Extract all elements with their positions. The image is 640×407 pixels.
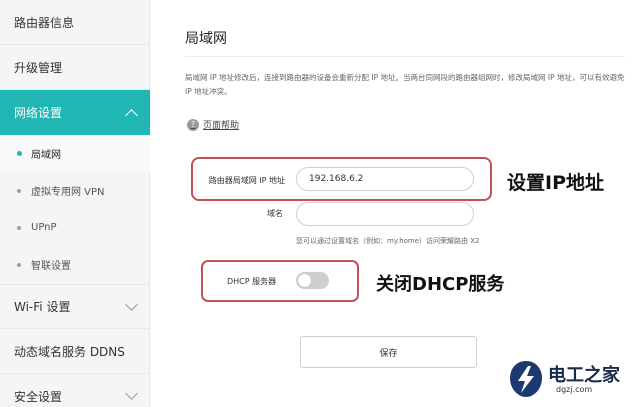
main-content: 局域网 局域网 IP 地址修改后，连接到路由器的设备会重新分配 IP 地址。当两… <box>151 0 640 407</box>
dhcp-toggle[interactable] <box>296 272 329 289</box>
domain-input[interactable] <box>296 202 474 226</box>
bullet-icon <box>17 151 22 156</box>
annotation-set-ip: 设置IP地址 <box>507 172 604 194</box>
sidebar-subitem-label: UPnP <box>31 222 57 233</box>
domain-hint: 您可以通过设置域名（例如：my.home）访问荣耀路由 X2 <box>296 237 480 245</box>
sidebar-item-label: 路由器信息 <box>14 15 75 30</box>
sidebar-subitem-label: 虚拟专用网 VPN <box>31 187 105 198</box>
help-link-label: 页面帮助 <box>203 121 240 131</box>
watermark-url: dgzj.com <box>556 385 593 394</box>
save-button[interactable]: 保存 <box>300 336 477 368</box>
sidebar-item-network-settings[interactable]: 网络设置 <box>0 90 150 135</box>
page-title: 局域网 <box>185 31 227 47</box>
sidebar-item-label: 安全设置 <box>14 389 63 404</box>
lightning-bolt-icon <box>510 361 542 397</box>
dhcp-label: DHCP 服务器 <box>227 277 277 286</box>
sidebar-subitem-upnp[interactable]: UPnP <box>0 209 150 246</box>
sidebar: 路由器信息 升级管理 网络设置 局域网 虚拟专用网 VPN UPnP 智联设置 … <box>0 0 150 407</box>
help-link[interactable]: ? 页面帮助 <box>187 118 239 131</box>
ip-address-input[interactable]: 192.168.6.2 <box>296 167 474 191</box>
domain-label: 域名 <box>267 209 283 218</box>
annotation-disable-dhcp: 关闭DHCP服务 <box>376 274 505 295</box>
sidebar-subitem-vpn[interactable]: 虚拟专用网 VPN <box>0 172 150 209</box>
sidebar-subitem-lan[interactable]: 局域网 <box>0 135 150 172</box>
sidebar-item-label: 升级管理 <box>14 60 63 75</box>
chevron-down-icon <box>125 297 138 311</box>
sidebar-item-security[interactable]: 安全设置 <box>0 374 150 407</box>
bullet-icon <box>17 225 21 230</box>
sidebar-item-router-info[interactable]: 路由器信息 <box>0 0 150 45</box>
sidebar-subitem-label: 智联设置 <box>31 261 71 272</box>
chevron-down-icon <box>125 387 138 400</box>
page-description: 局域网 IP 地址修改后，连接到路由器的设备会重新分配 IP 地址。当两台同网段… <box>185 73 625 96</box>
chevron-up-icon <box>125 108 138 122</box>
help-icon: ? <box>187 118 199 131</box>
sidebar-item-label: 网络设置 <box>14 106 63 120</box>
bullet-icon <box>17 262 21 267</box>
sidebar-subitem-smart-link[interactable]: 智联设置 <box>0 246 150 283</box>
dhcp-highlight-frame <box>201 260 359 302</box>
toggle-knob <box>298 274 311 287</box>
watermark-name: 电工之家 <box>548 365 620 386</box>
ip-address-label: 路由器局域网 IP 地址 <box>208 176 285 185</box>
sidebar-item-upgrade[interactable]: 升级管理 <box>0 45 150 90</box>
sidebar-item-wifi-settings[interactable]: Wi-Fi 设置 <box>0 284 150 329</box>
watermark-logo: 电工之家 dgzj.com <box>508 357 636 403</box>
sidebar-item-label: 动态域名服务 DDNS <box>14 344 125 359</box>
divider <box>185 56 625 57</box>
bullet-icon <box>17 188 21 193</box>
sidebar-subitem-label: 局域网 <box>31 150 61 161</box>
sidebar-item-label: Wi-Fi 设置 <box>14 300 71 314</box>
sidebar-item-ddns[interactable]: 动态域名服务 DDNS <box>0 329 150 374</box>
